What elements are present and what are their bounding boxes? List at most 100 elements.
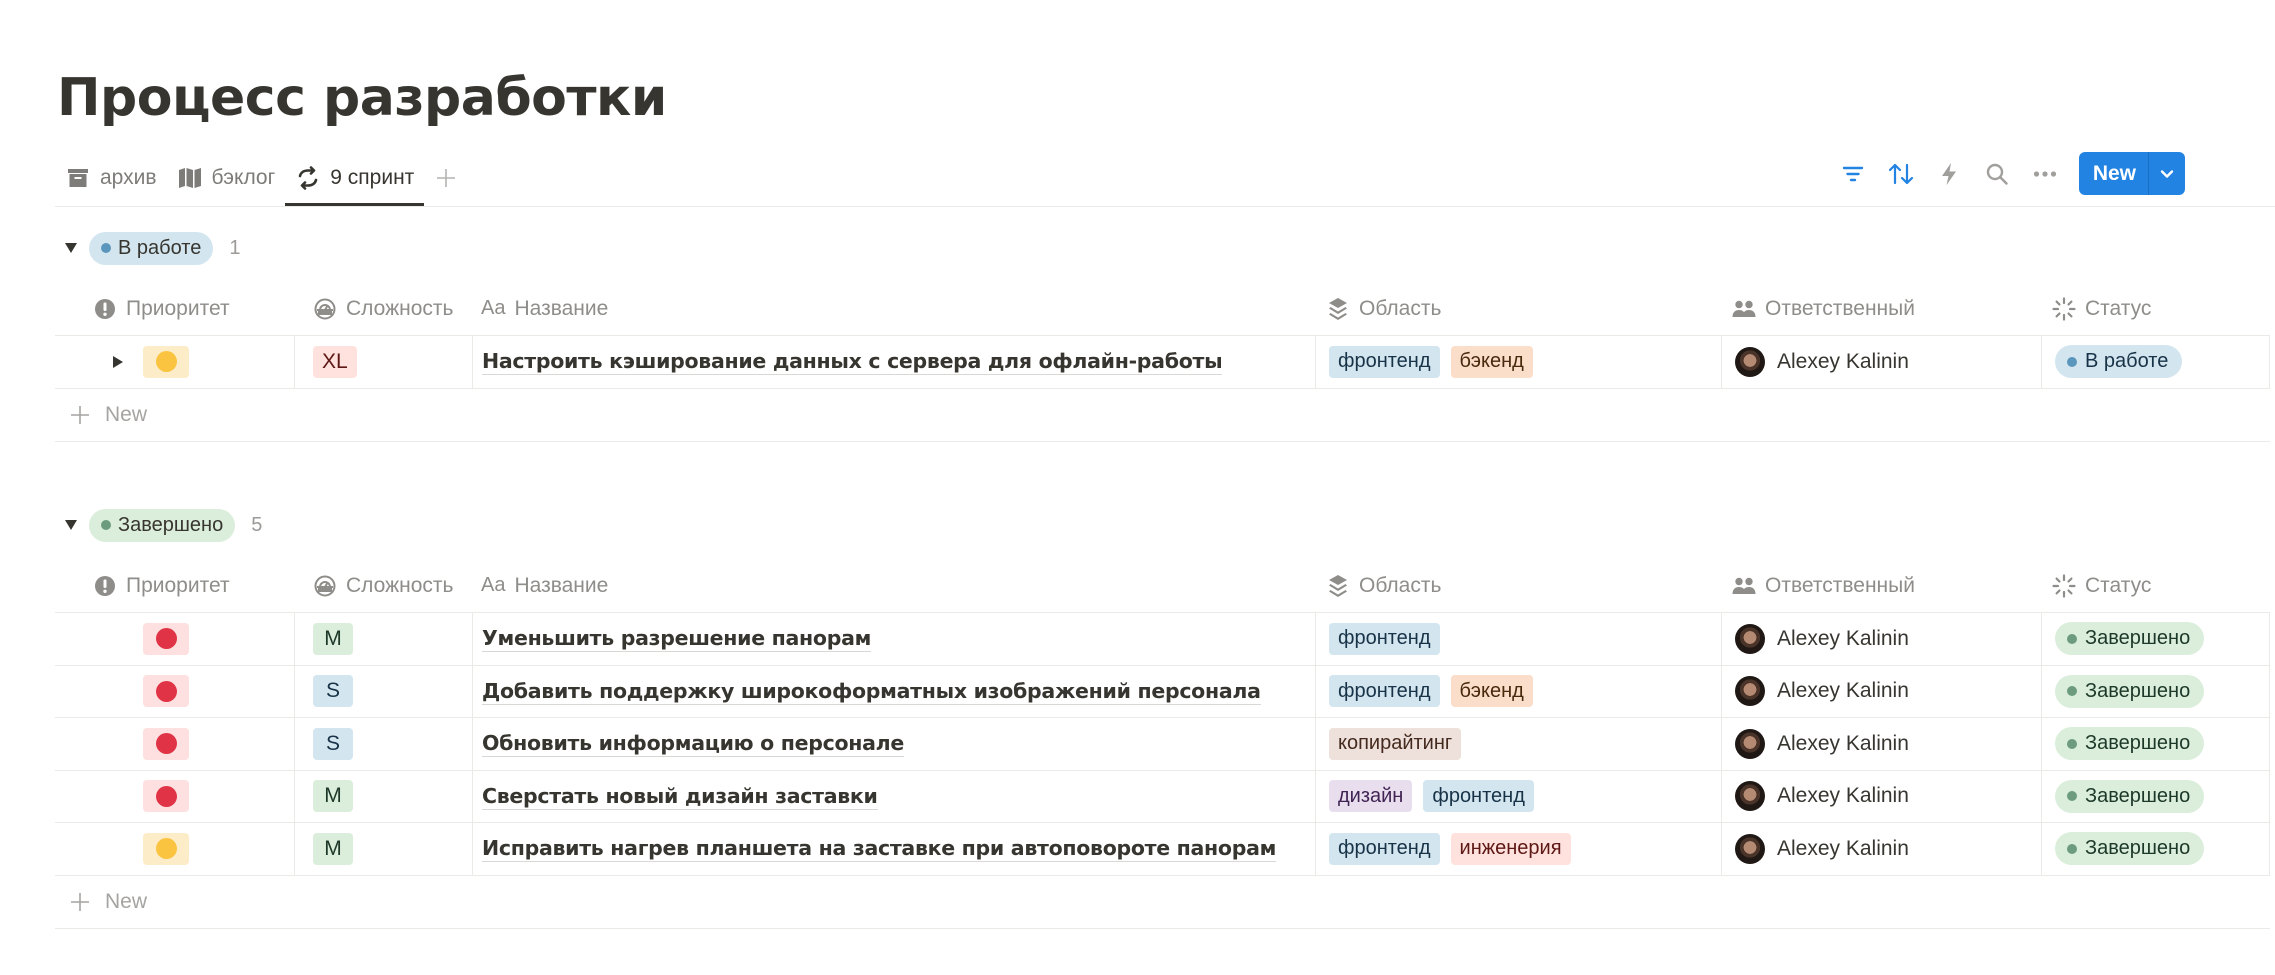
group-label-pill[interactable]: В работе — [89, 231, 214, 265]
task-title-link[interactable]: Сверстать новый дизайн заставки — [482, 783, 878, 810]
column-header[interactable]: Статус — [2042, 282, 2270, 335]
status-cell[interactable]: Завершено — [2042, 665, 2270, 717]
tab-archive[interactable]: архив — [55, 150, 167, 206]
group-toggle[interactable] — [63, 240, 79, 256]
column-header[interactable]: Область — [1316, 559, 1722, 612]
column-header[interactable]: Aa Название — [473, 559, 1316, 612]
priority-cell[interactable] — [55, 823, 295, 875]
group-label-pill[interactable]: Завершено — [89, 508, 236, 542]
priority-cell[interactable] — [55, 336, 295, 388]
table-row[interactable]: M Уменьшить разрешение панорам фронтенд Ale… — [55, 613, 2270, 666]
column-header[interactable]: Область — [1316, 282, 1722, 335]
column-header-label: Сложность — [346, 573, 454, 597]
column-header[interactable]: Приоритет — [55, 282, 295, 335]
add-view-button[interactable] — [428, 160, 464, 196]
name-cell[interactable]: Добавить поддержку широкоформатных изобр… — [473, 665, 1316, 717]
complexity-cell[interactable]: XL — [295, 336, 473, 388]
complexity-cell[interactable]: M — [295, 823, 473, 875]
status-badge: Завершено — [2055, 674, 2205, 708]
priority-high-icon — [155, 628, 177, 650]
name-cell[interactable]: Настроить кэширование данных с сервера д… — [473, 336, 1316, 388]
plus-icon — [69, 404, 91, 426]
status-dot — [2067, 791, 2077, 802]
more-options-button[interactable] — [2025, 154, 2065, 194]
name-cell[interactable]: Обновить информацию о персонале — [473, 718, 1316, 770]
owner-cell[interactable]: Alexey Kalinin — [1722, 718, 2042, 770]
status-cell[interactable]: Завершено — [2042, 718, 2270, 770]
column-header-label: Сложность — [346, 296, 454, 320]
layers-icon — [1326, 574, 1350, 598]
tab-sprint-9[interactable]: 9 спринт — [285, 150, 425, 206]
status-cell[interactable]: Завершено — [2042, 823, 2270, 875]
caret-right-icon — [113, 355, 123, 368]
column-header[interactable]: Ответственный — [1722, 559, 2042, 612]
complexity-cell[interactable]: S — [295, 718, 473, 770]
column-header[interactable]: Сложность — [295, 559, 473, 612]
group-done: Завершено 5 Приоритет Сложность Aa Название… — [55, 505, 2270, 929]
add-row-button[interactable]: New — [55, 876, 2270, 929]
area-cell[interactable]: фронтенд — [1316, 613, 1722, 665]
group-toggle[interactable] — [63, 517, 79, 533]
table-row[interactable]: M Сверстать новый дизайн заставки дизайн фр… — [55, 770, 2270, 823]
new-dropdown-button[interactable] — [2149, 152, 2185, 195]
group-count: 1 — [229, 236, 241, 259]
task-title-link[interactable]: Уменьшить разрешение панорам — [482, 625, 871, 653]
column-header[interactable]: Статус — [2042, 559, 2270, 612]
add-row-label: New — [105, 889, 148, 913]
add-row-button[interactable]: New — [55, 389, 2270, 442]
priority-cell[interactable] — [55, 770, 295, 822]
owner-cell[interactable]: Alexey Kalinin — [1722, 665, 2042, 717]
new-button-group: New — [2078, 152, 2185, 195]
expand-row-toggle[interactable] — [110, 354, 126, 370]
search-button[interactable] — [1977, 154, 2017, 194]
priority-cell[interactable] — [55, 718, 295, 770]
status-cell[interactable]: В работе — [2042, 336, 2270, 388]
owner-cell[interactable]: Alexey Kalinin — [1722, 770, 2042, 822]
group-count: 5 — [251, 513, 263, 536]
complexity-cell[interactable]: S — [295, 665, 473, 717]
priority-cell[interactable] — [55, 613, 295, 665]
priority-cell[interactable] — [55, 665, 295, 717]
task-title-link[interactable]: Обновить информацию о персонале — [482, 730, 904, 758]
status-label: Завершено — [2085, 784, 2191, 807]
column-header[interactable]: Ответственный — [1722, 282, 2042, 335]
column-header[interactable]: Aa Название — [473, 282, 1316, 335]
owner-cell[interactable]: Alexey Kalinin — [1722, 336, 2042, 388]
status-dot — [2067, 686, 2077, 697]
status-cell[interactable]: Завершено — [2042, 613, 2270, 665]
avatar — [1735, 833, 1765, 864]
tab-backlog[interactable]: бэклог — [167, 150, 286, 206]
complexity-cell[interactable]: M — [295, 770, 473, 822]
table-row[interactable]: S Добавить поддержку широкоформатных изоб… — [55, 665, 2270, 718]
task-title-link[interactable]: Добавить поддержку широкоформатных изобр… — [482, 678, 1261, 705]
task-title-link[interactable]: Настроить кэширование данных с сервера д… — [482, 348, 1223, 376]
name-cell[interactable]: Сверстать новый дизайн заставки — [473, 770, 1316, 822]
automation-button[interactable] — [1929, 154, 1969, 194]
owner-cell[interactable]: Alexey Kalinin — [1722, 613, 2042, 665]
table-row[interactable]: XL Настроить кэширование данных с сервера… — [55, 336, 2270, 389]
status-badge: Завершено — [2055, 832, 2205, 866]
task-title-link[interactable]: Исправить нагрев планшета на заставке пр… — [482, 835, 1276, 863]
status-badge: Завершено — [2055, 779, 2205, 813]
filter-button[interactable] — [1833, 154, 1873, 194]
owner-name: Alexey Kalinin — [1777, 679, 1909, 703]
column-header[interactable]: Приоритет — [55, 559, 295, 612]
status-loader-icon — [2052, 296, 2076, 321]
sort-button[interactable] — [1881, 154, 1921, 194]
new-button[interactable]: New — [2079, 152, 2148, 195]
name-cell[interactable]: Уменьшить разрешение панорам — [473, 613, 1316, 665]
owner-cell[interactable]: Alexey Kalinin — [1722, 823, 2042, 875]
name-cell[interactable]: Исправить нагрев планшета на заставке пр… — [473, 823, 1316, 875]
column-header[interactable]: Сложность — [295, 282, 473, 335]
table-row[interactable]: M Исправить нагрев планшета на заставке п… — [55, 823, 2270, 876]
area-cell[interactable]: фронтенд инженерия — [1316, 823, 1722, 875]
status-cell[interactable]: Завершено — [2042, 770, 2270, 822]
area-cell[interactable]: копирайтинг — [1316, 718, 1722, 770]
complexity-cell[interactable]: M — [295, 613, 473, 665]
area-cell[interactable]: фронтенд бэкенд — [1316, 336, 1722, 388]
area-cell[interactable]: дизайн фронтенд — [1316, 770, 1722, 822]
priority-tag — [143, 675, 189, 708]
area-cell[interactable]: фронтенд бэкенд — [1316, 665, 1722, 717]
table-row[interactable]: S Обновить информацию о персонале копирайт… — [55, 718, 2270, 771]
tab-sprint-label: 9 спринт — [330, 166, 415, 189]
